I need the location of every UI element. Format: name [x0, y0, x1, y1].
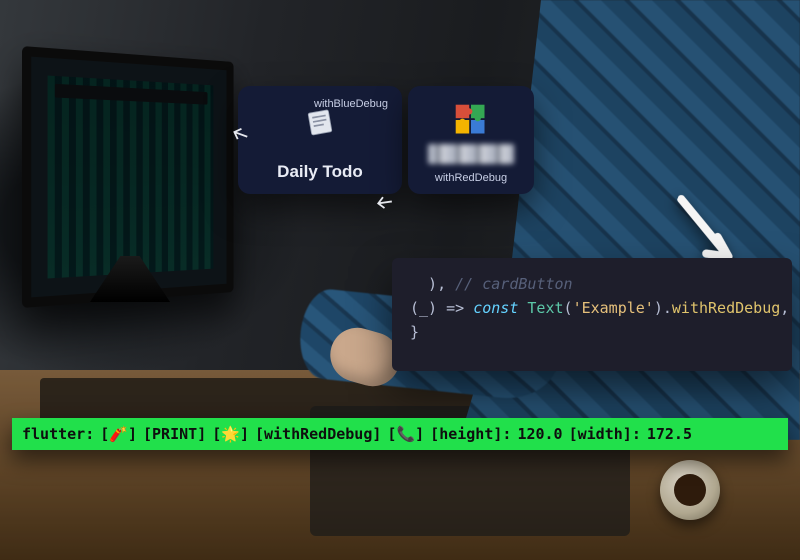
- console-bracket-close: ]: [197, 425, 206, 443]
- code-paren-close: ): [654, 299, 663, 317]
- console-bracket-open: [: [143, 425, 152, 443]
- console-bracket-open: [: [430, 425, 439, 443]
- console-bracket-close: ]: [623, 425, 632, 443]
- code-dot: .: [663, 299, 672, 317]
- card-daily-todo[interactable]: withBlueDebug Daily Todo: [238, 86, 402, 194]
- console-bracket-close: ]: [240, 425, 249, 443]
- label-withRedDebug: withRedDebug: [408, 172, 534, 184]
- code-line2-open: (_) =>: [410, 299, 473, 317]
- console-width-label: width: [578, 425, 623, 443]
- console-height-value: 120.0: [517, 425, 562, 443]
- page-icon: [303, 108, 337, 136]
- console-bracket-close: ]: [415, 425, 424, 443]
- firecracker-icon: 🧨: [109, 425, 128, 443]
- monitor-screen: [48, 76, 214, 279]
- console-print: PRINT: [152, 425, 197, 443]
- code-line3-brace: }: [410, 323, 419, 341]
- code-call-withRedDebug: withRedDebug: [672, 299, 780, 317]
- console-prefix: flutter:: [22, 425, 94, 443]
- console-bracket-open: [: [255, 425, 264, 443]
- console-output: flutter: [ 🧨 ] [ PRINT ] [ 🌟 ] [ withRed…: [12, 418, 788, 450]
- console-bracket-open: [: [100, 425, 109, 443]
- console-bracket-open: [: [212, 425, 221, 443]
- code-snippet: ), // cardButton (_) => const Text('Exam…: [392, 258, 792, 371]
- code-paren-open: (: [564, 299, 573, 317]
- code-keyword-const: const: [473, 299, 518, 317]
- code-trailing-comma: ,: [780, 299, 789, 317]
- code-comment: // cardButton: [455, 275, 572, 293]
- puzzle-icon: [453, 102, 489, 138]
- console-bracket-open: [: [569, 425, 578, 443]
- debug-cards: withBlueDebug Daily Todo: [238, 86, 534, 194]
- console-tag: withRedDebug: [264, 425, 372, 443]
- card-puzzle[interactable]: withRedDebug: [408, 86, 534, 194]
- console-bracket-close: ]: [493, 425, 502, 443]
- console-width-value: 172.5: [647, 425, 692, 443]
- card-title: Daily Todo: [254, 162, 386, 182]
- card-blurred-title: [428, 144, 514, 164]
- console-height-label: height: [439, 425, 493, 443]
- console-bracket-open: [: [387, 425, 396, 443]
- code-string: 'Example': [573, 299, 654, 317]
- coffee-cup: [660, 460, 720, 520]
- phone-icon: 📞: [396, 425, 415, 443]
- console-bracket-close: ]: [128, 425, 137, 443]
- sparkle-icon: 🌟: [221, 425, 240, 443]
- code-type-text: Text: [527, 299, 563, 317]
- console-bracket-close: ]: [372, 425, 381, 443]
